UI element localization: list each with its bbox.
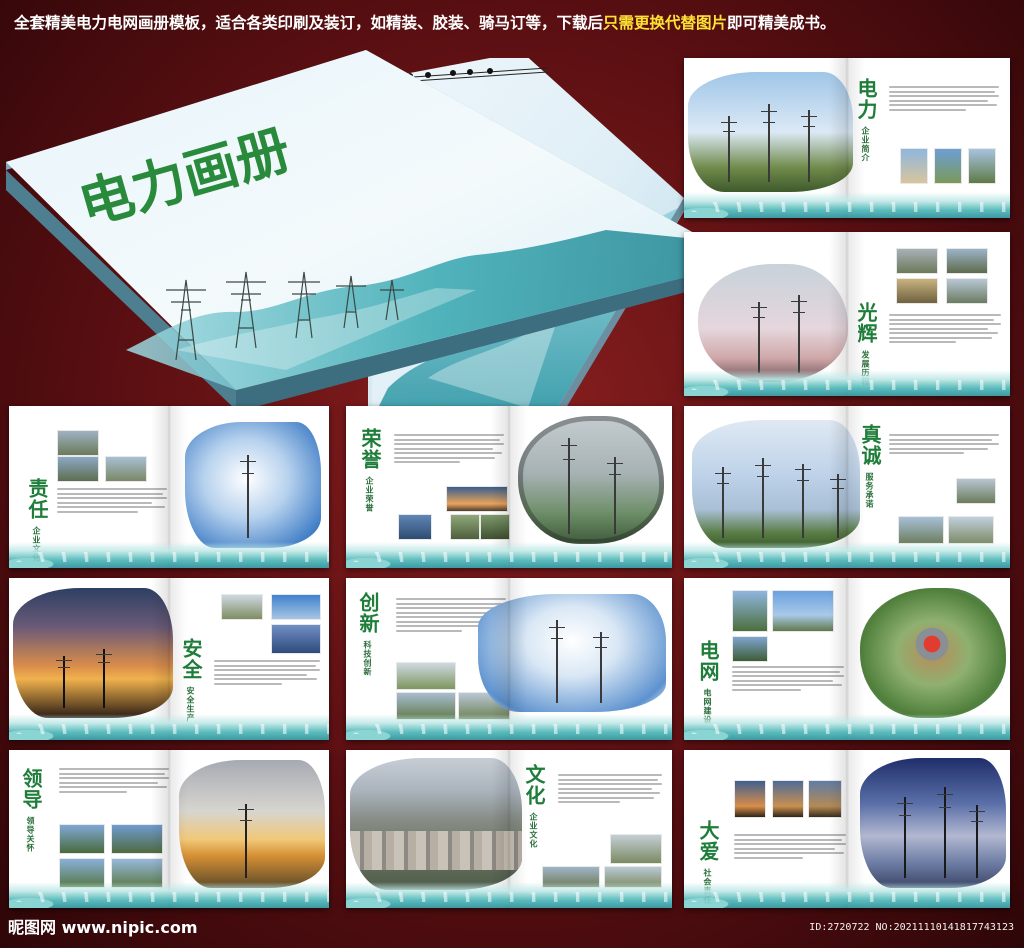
spread-title: 创新 科技创新 [356, 592, 380, 677]
spread-photo [179, 760, 325, 888]
spread-body-text [57, 488, 167, 515]
spread-thumb [956, 478, 996, 504]
image-id: ID:2720722 NO:20211110141817743123 [809, 922, 1014, 933]
spread-thumb [946, 248, 988, 274]
spread-title-main: 荣誉 [358, 428, 382, 470]
spread-body-text [214, 660, 320, 687]
spread-title-sub: 企业文化 [529, 812, 539, 849]
headline: 全套精美电力电网画册模板，适合各类印刷及装订，如精装、胶装、骑马订等，下载后只需… [14, 10, 1014, 36]
spread-body-text [558, 774, 662, 806]
spread-card[interactable]: 电力 企业简介 [684, 58, 1010, 218]
spread-thumb [732, 636, 768, 662]
spread-title-main: 创新 [356, 592, 380, 634]
spread-thumb [446, 486, 508, 512]
spread-photo [478, 594, 666, 712]
spread-card[interactable]: 大爱 社会责任 [684, 750, 1010, 908]
spread-card[interactable]: 文化 企业文化 [346, 750, 672, 908]
spread-thumb [610, 834, 662, 864]
spread-card[interactable]: 光辉 发展历程 [684, 232, 1010, 396]
spread-photo [692, 420, 860, 548]
spread-thumb [59, 824, 105, 854]
spread-thumb [734, 780, 766, 818]
spread-thumb [111, 824, 163, 854]
spread-photo [688, 72, 853, 192]
spread-title: 荣誉 企业荣誉 [358, 428, 382, 513]
spread-photo [185, 422, 321, 548]
spread-card[interactable]: 荣誉 企业荣誉 [346, 406, 672, 568]
headline-highlight: 只需更换代替图片 [603, 14, 728, 32]
spread-body-text [889, 434, 999, 457]
spread-body-text [889, 86, 999, 113]
spread-title-main: 真诚 [858, 424, 882, 466]
spread-title-sub: 服务承诺 [865, 472, 875, 509]
spread-thumb [948, 516, 994, 544]
spread-title-main: 大爱 [696, 820, 720, 862]
spread-thumb [968, 148, 996, 184]
spread-card[interactable]: 安全 安全生产 [9, 578, 329, 740]
spread-thumb [896, 278, 938, 304]
spread-card[interactable]: 领导 领导关怀 [9, 750, 329, 908]
spread-thumb [772, 780, 804, 818]
spread-title-main: 电力 [854, 78, 878, 120]
spread-photo [860, 758, 1006, 888]
spread-title-main: 领导 [19, 768, 43, 810]
spread-body-text [734, 834, 846, 861]
spread-title-main: 责任 [25, 478, 49, 520]
spread-thumb [221, 594, 263, 620]
spread-thumb [946, 278, 988, 304]
spread-thumb [57, 430, 99, 456]
spread-title: 电力 企业简介 [854, 78, 878, 163]
spread-thumb [732, 590, 768, 632]
spread-thumb [450, 514, 480, 540]
spread-title-main: 光辉 [854, 302, 878, 344]
spread-title-sub: 企业荣誉 [365, 476, 375, 513]
spread-title: 电网 电网建设 [696, 640, 720, 725]
spread-thumb [480, 514, 510, 540]
spread-card[interactable]: 真诚 服务承诺 [684, 406, 1010, 568]
spread-card[interactable]: 电网 电网建设 [684, 578, 1010, 740]
spread-thumb [396, 662, 456, 690]
spread-title: 文化 企业文化 [522, 764, 546, 849]
spread-card[interactable]: 责任 企业文化 [9, 406, 329, 568]
headline-part2: 即可精美成书。 [727, 14, 836, 32]
spread-title-sub: 科技创新 [363, 640, 373, 677]
cover-book-front: 电力画册 [6, 50, 756, 450]
spread-card[interactable]: 创新 科技创新 [346, 578, 672, 740]
spread-title-sub: 企业简介 [861, 126, 871, 163]
spread-thumb [898, 516, 944, 544]
spread-body-text [732, 666, 844, 693]
spread-thumb [398, 514, 432, 540]
spread-thumb [808, 780, 842, 818]
spread-photo [518, 416, 664, 544]
spread-thumb [900, 148, 928, 184]
spread-thumb [57, 456, 99, 482]
site-logo: 昵图网 www.nipic.com [8, 918, 198, 937]
spread-title-main: 文化 [522, 764, 546, 806]
spread-title: 安全 安全生产 [179, 638, 203, 723]
spread-thumb [896, 248, 938, 274]
spread-title-main: 安全 [179, 638, 203, 680]
headline-part1: 全套精美电力电网画册模板，适合各类印刷及装订，如精装、胶装、骑马订等，下载后 [14, 14, 604, 32]
spread-title: 真诚 服务承诺 [858, 424, 882, 509]
spread-thumb [934, 148, 962, 184]
spread-thumb [105, 456, 147, 482]
spread-photo [13, 588, 173, 718]
spread-title-main: 电网 [696, 640, 720, 682]
spread-photo [860, 588, 1006, 718]
spread-body-text [889, 314, 1001, 346]
spread-thumb [772, 590, 834, 632]
spread-title-sub: 领导关怀 [26, 816, 36, 853]
spread-thumb [271, 594, 321, 620]
spread-photo [698, 264, 848, 382]
spread-body-text [59, 768, 169, 795]
spread-photo [350, 758, 522, 890]
spread-title: 领导 领导关怀 [19, 768, 43, 853]
spread-body-text [394, 434, 504, 466]
cover-book-front-art: 电力画册 [6, 50, 746, 412]
spread-thumb [271, 624, 321, 654]
